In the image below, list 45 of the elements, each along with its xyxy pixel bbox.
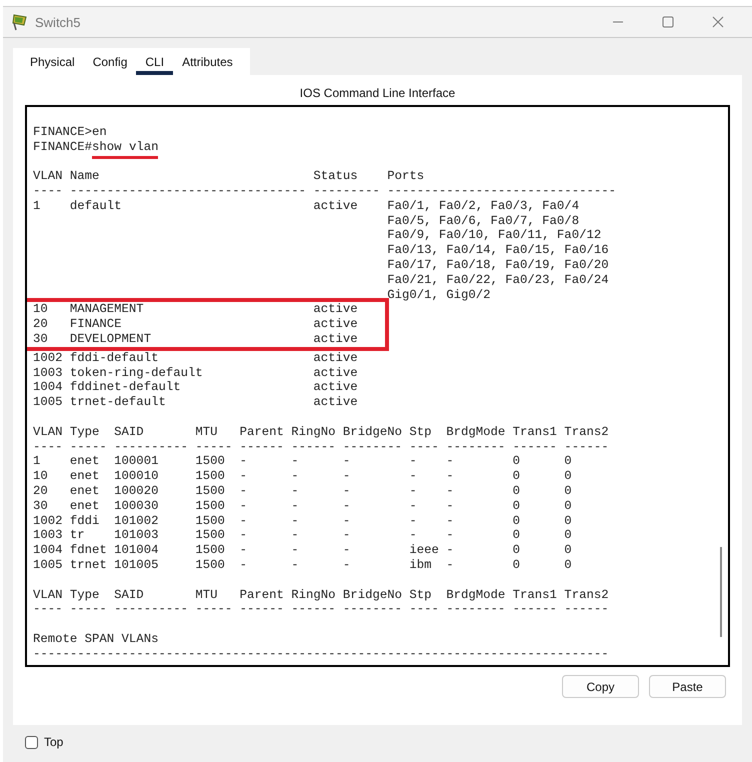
terminal-line: 1005 trnet 101005 1500 - - - ibm - 0 0 [33, 558, 573, 573]
scrollbar-thumb[interactable] [720, 547, 722, 637]
panel-title: IOS Command Line Interface [298, 85, 456, 102]
close-icon [712, 16, 724, 28]
terminal-line: ---- ----- ---------- ----- ------ ------ -------- ---- -------- ------ ------ [33, 440, 610, 454]
tab[interactable]: Physical [21, 48, 84, 75]
terminal-line: 1002 fddi-default active [33, 350, 359, 366]
terminal-line: Fa0/21, Fa0/22, Fa0/23, Fa0/24 [386, 272, 610, 288]
terminal-line: 30 DEVELOPMENT active [33, 332, 359, 347]
terminal-line: 10 enet 100010 1500 - - - - - 0 0 [33, 469, 573, 484]
maximize-icon [662, 16, 674, 28]
tab[interactable]: Attributes [173, 48, 242, 75]
terminal-line: 10 MANAGEMENT active [33, 302, 359, 318]
terminal-line: 1004 fdnet 101004 1500 - - - ieee - 0 0 [33, 543, 573, 558]
terminal-line: Fa0/13, Fa0/14, Fa0/15, Fa0/16 [386, 243, 610, 258]
terminal-line: Fa0/5, Fa0/6, Fa0/7, Fa0/8 [386, 214, 580, 228]
checkbox-label: Top [44, 735, 64, 749]
terminal-line: ---- -------------------------------- --------- ------------------------------- [33, 184, 617, 199]
terminal-line: Gig0/1, Gig0/2 [386, 288, 492, 302]
terminal-line: 20 FINANCE active [33, 317, 359, 332]
terminal-line: 20 enet 100020 1500 - - - - - 0 0 [33, 484, 573, 499]
terminal-line: 1 default active Fa0/1, Fa0/2, Fa0/3, Fa0/4 [33, 198, 580, 214]
terminal-line: VLAN Type SAID MTU Parent RingNo BridgeNo Stp BrdgMode Trans1 Trans2 [33, 588, 610, 602]
terminal-line: 1 enet 100001 1500 - - - - - 0 0 [33, 454, 573, 470]
tab[interactable]: Config [84, 48, 136, 75]
checkbox[interactable] [25, 736, 38, 748]
terminal-line: 30 enet 100030 1500 - - - - - 0 0 [33, 498, 573, 514]
terminal-line: ------------------------------------------------------------------------------ [33, 646, 610, 662]
switch-icon [11, 13, 29, 31]
terminal-line: Remote SPAN VLANs [33, 632, 160, 647]
terminal-line: VLAN Type SAID MTU Parent RingNo BridgeNo Stp BrdgMode Trans1 Trans2 [33, 424, 610, 440]
terminal-line: VLAN Name Status Ports [33, 169, 426, 184]
terminal-line: ---- ----- ---------- ----- ------ ------ -------- ---- -------- ------ ------ [33, 602, 610, 618]
terminal-line: 1003 token-ring-default active [33, 366, 359, 380]
copy-button[interactable]: Copy [562, 675, 639, 698]
terminal-area[interactable] [25, 105, 730, 667]
terminal-line: 1002 fddi 101002 1500 - - - - - 0 0 [33, 514, 573, 528]
terminal-line: 1005 trnet-default active [33, 395, 359, 410]
terminal-line: Fa0/9, Fa0/10, Fa0/11, Fa0/12 [386, 228, 602, 244]
terminal-line: 1004 fddinet-default active [33, 380, 359, 396]
terminal-line: 1003 tr 101003 1500 - - - - - 0 0 [33, 528, 573, 544]
paste-button[interactable]: Paste [649, 675, 726, 698]
terminal-line: FINANCE>en [33, 124, 108, 140]
window-title: Switch5 [35, 14, 82, 30]
terminal-line: Fa0/17, Fa0/18, Fa0/19, Fa0/20 [386, 258, 610, 273]
